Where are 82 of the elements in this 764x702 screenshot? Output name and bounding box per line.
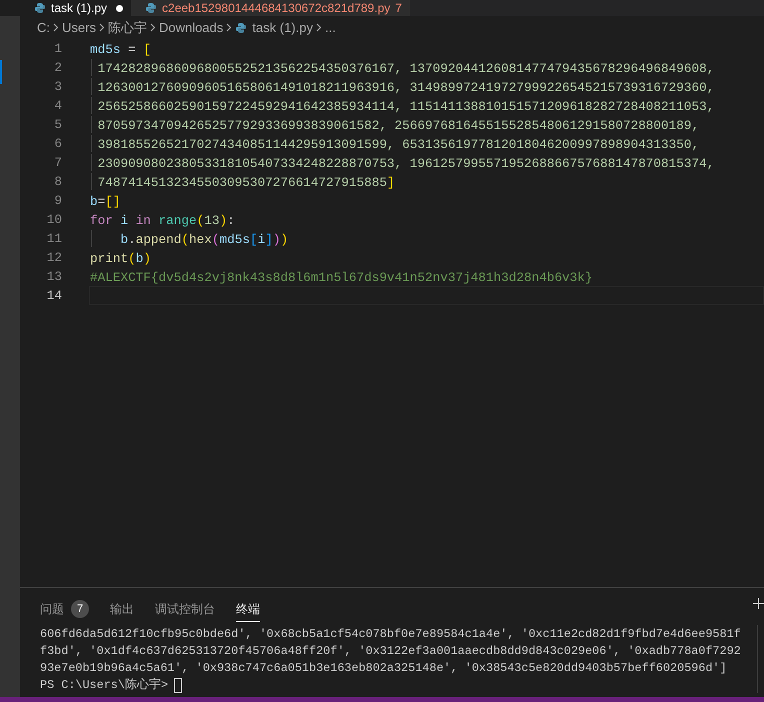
line-number: 3 xyxy=(53,78,62,96)
code-token: 8705973470942652577929336993839061582, 256697681645515528548061291580728800189, xyxy=(96,117,700,133)
line-number: 9 xyxy=(53,192,62,210)
code-token: ( xyxy=(196,212,204,228)
chevron-icon xyxy=(316,23,322,32)
count-badge: 7 xyxy=(71,600,89,618)
line-number: 1 xyxy=(53,40,62,58)
terminal-output-line: f3bd', '0x1df4c637d625313720f45706a48ff20f', '0x3122ef3a001aaecdb8dd9d843c029e06', '0xadb778a0f7292 xyxy=(40,643,742,660)
panel-tab[interactable]: 输出 xyxy=(110,598,134,622)
line-number: 10 xyxy=(46,211,62,229)
code-token: ( xyxy=(212,231,220,247)
code-token: i xyxy=(258,231,266,247)
terminal-cursor xyxy=(174,678,182,693)
panel-tab[interactable]: 终端 xyxy=(236,598,260,622)
code-token: for xyxy=(90,212,113,228)
breadcrumb-item[interactable]: task (1).py xyxy=(235,20,313,35)
terminal-output-line: 93e7e0b19b96a4c5a61', '0x938c747c6a051b3e163eb802a325148e', '0x38543c5e820dd9403b57beff6020596d'] xyxy=(40,660,728,677)
code-token: [ xyxy=(143,41,151,57)
code-token: in xyxy=(136,212,152,228)
code-token: [] xyxy=(105,193,120,209)
editor-tab[interactable]: c2eeb1529801444684130672c821d789.py 7 xyxy=(131,0,410,16)
code-token: print xyxy=(90,250,128,266)
line-number: 5 xyxy=(53,116,62,134)
code-token: b xyxy=(90,193,98,209)
code-token: [ xyxy=(250,231,258,247)
code-token: ( xyxy=(128,250,136,266)
add-terminal-icon[interactable] xyxy=(753,598,764,609)
line-number: 4 xyxy=(53,97,62,115)
line-number: 12 xyxy=(46,249,62,267)
problem-count: 7 xyxy=(395,0,402,16)
code-token: hex xyxy=(189,231,212,247)
line-number: 13 xyxy=(46,268,62,286)
code-token: 174282896860968005525213562254350376167, 137092044126081477479435678296496849608, xyxy=(96,60,714,76)
code-token: md5s xyxy=(219,231,250,247)
terminal-prompt: PS C:\Users\陈心宇> xyxy=(40,677,168,694)
code-token: #ALEXCTF{dv5d4s2vj8nk43s8d8l6m1n5l67ds9v41n52nv37j481h3d28n4b6v3k} xyxy=(90,269,593,285)
chevron-icon xyxy=(98,23,105,32)
code-token: ] xyxy=(386,174,395,190)
code-token: 39818552652170274340851144295913091599, 65313561977812018046200997898904313350, xyxy=(96,136,700,152)
code-token: ) xyxy=(143,250,151,266)
python-file-icon xyxy=(34,2,46,14)
code-token: 74874145132345503095307276614727915885 xyxy=(96,174,387,190)
active-view-indicator xyxy=(0,60,2,84)
line-number: 11 xyxy=(46,230,62,248)
code-token: i xyxy=(119,212,130,228)
code-token: b xyxy=(136,250,144,266)
line-number: 14 xyxy=(46,287,62,305)
code-token: ) xyxy=(280,231,288,247)
code-token: . xyxy=(128,231,136,247)
breadcrumb-item[interactable]: ... xyxy=(324,20,336,35)
editor-tab[interactable]: task (1).py xyxy=(0,0,132,16)
python-file-icon xyxy=(235,22,248,34)
code-token: 126300127609096051658061491018211963916, 314989972419727999226545215739316729360, xyxy=(96,79,714,95)
code-token: append xyxy=(136,231,182,247)
terminal-output-line: 606fd6da5d612f10cfb95c0bde6d', '0x68cb5a1cf54c078bf0e7e89584c1a4e', '0xc11e2cd82d1f9fbd7e4d6ee9581f xyxy=(40,626,742,643)
breadcrumb-item[interactable]: Downloads xyxy=(158,20,224,35)
line-number: 2 xyxy=(53,59,62,77)
breadcrumb-item[interactable]: 陈心宇 xyxy=(108,18,147,36)
code-token: ) xyxy=(272,231,280,247)
code-token: 230909080238053318105407334248228870753, 196125799557195268866757688147870815374, xyxy=(96,155,714,171)
code-token: range xyxy=(158,212,197,228)
code-token: 256525866025901597224592941642385934114, 115141138810151571209618282728408211053, xyxy=(96,98,714,114)
code-token: = xyxy=(98,193,106,209)
code-token: ) xyxy=(219,212,228,228)
code-token: md5s xyxy=(90,41,120,57)
code-token: = xyxy=(127,41,137,57)
code-token: ] xyxy=(265,231,273,247)
code-token: 13 xyxy=(204,212,220,228)
chevron-icon xyxy=(226,23,232,32)
code-token: ( xyxy=(181,231,190,247)
breadcrumb-item[interactable]: Users xyxy=(62,20,96,35)
line-number: 7 xyxy=(53,154,62,172)
chevron-icon xyxy=(53,23,59,32)
python-file-icon xyxy=(145,2,158,14)
line-number: 6 xyxy=(53,135,62,153)
panel-tab[interactable]: 调试控制台 xyxy=(155,598,215,622)
breadcrumb-item[interactable]: C: xyxy=(37,20,50,35)
code-token: : xyxy=(227,212,235,228)
code-token: b xyxy=(119,231,128,247)
chevron-icon xyxy=(150,23,156,32)
panel-tab[interactable]: 问题 7 xyxy=(40,598,89,622)
line-number: 8 xyxy=(53,173,62,191)
